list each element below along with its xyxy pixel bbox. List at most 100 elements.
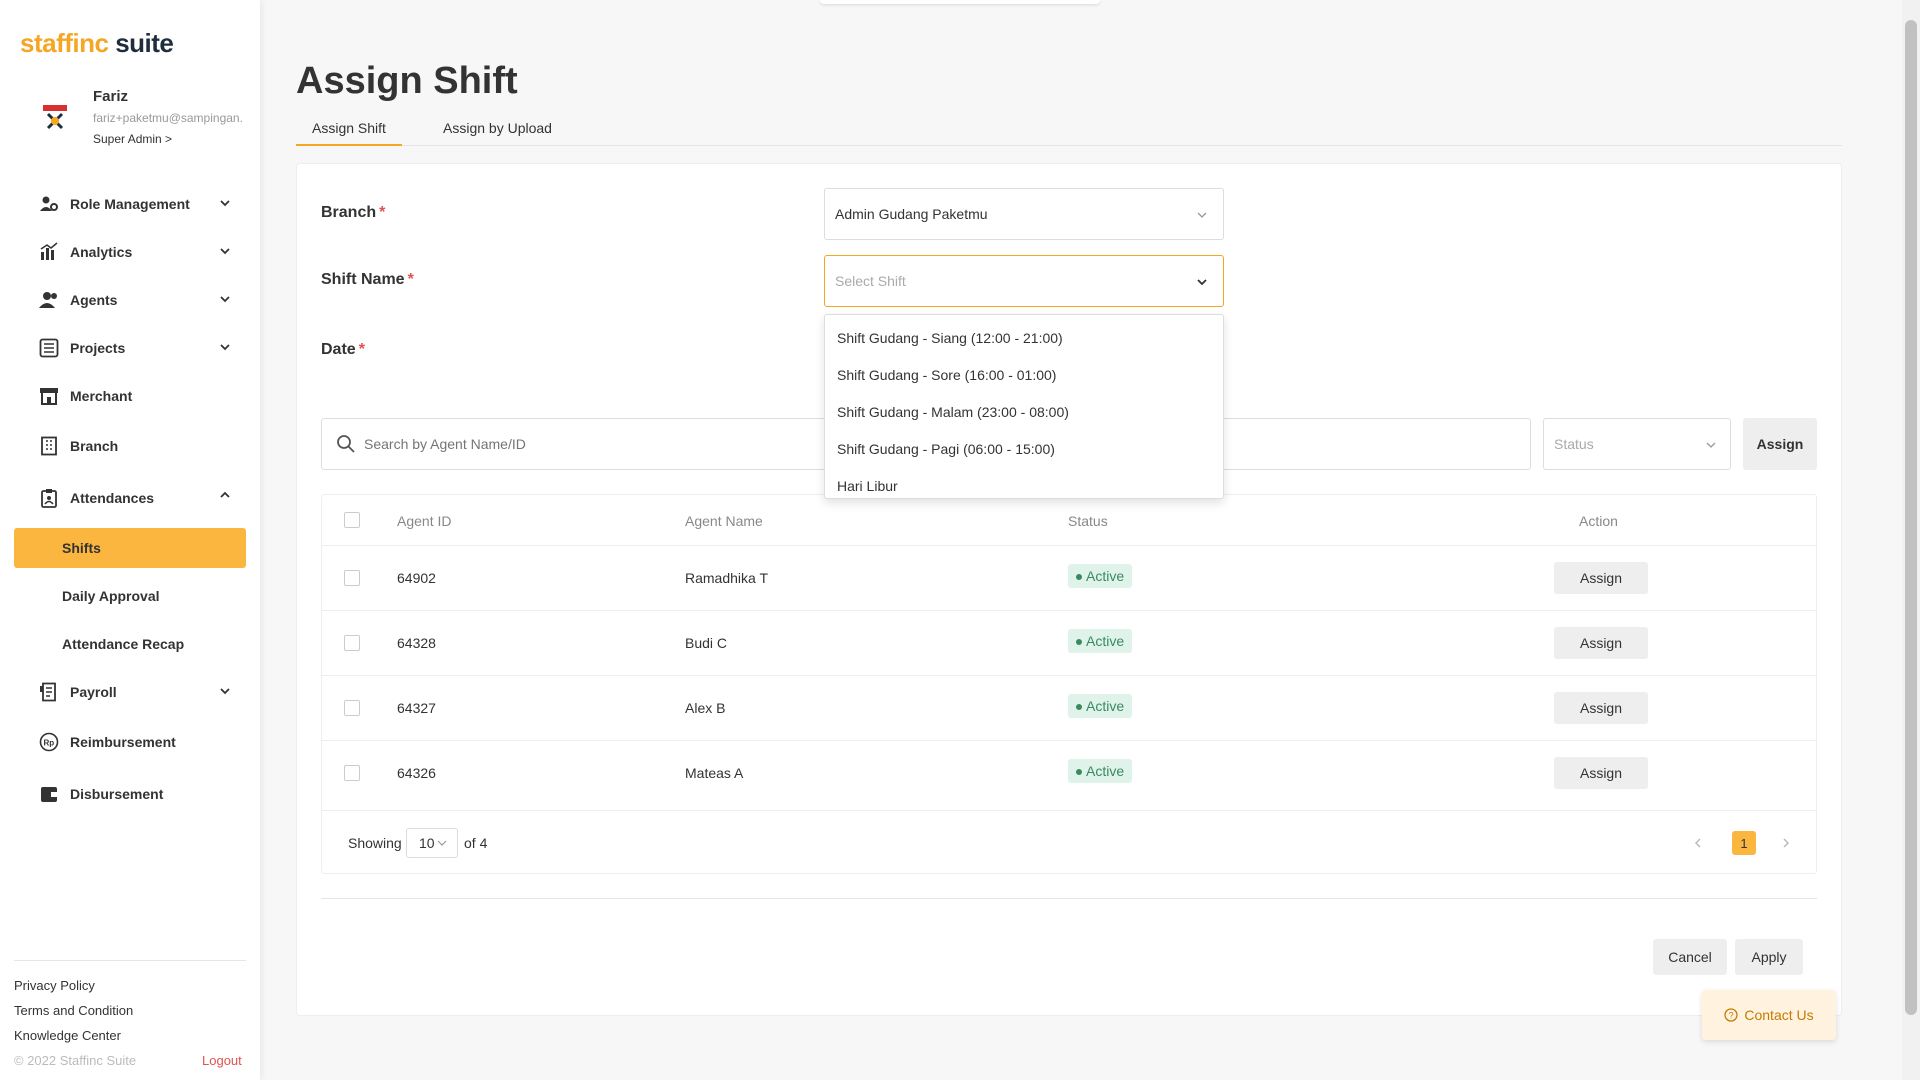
agent-name: Mateas A	[685, 765, 744, 781]
assign-button[interactable]: Assign	[1554, 692, 1648, 724]
privacy-policy-link[interactable]: Privacy Policy	[14, 973, 246, 998]
help-icon: ?	[1724, 1008, 1739, 1022]
row-checkbox[interactable]	[344, 570, 360, 586]
user-gear-icon	[38, 193, 60, 215]
sidebar-item-merchant[interactable]: Merchant	[14, 372, 246, 420]
svg-text:Rp: Rp	[44, 739, 55, 748]
col-action: Action	[1579, 513, 1618, 529]
table-row: 64326 Mateas A Active Assign	[322, 740, 1816, 805]
agent-id: 64328	[397, 635, 436, 651]
col-agent-name: Agent Name	[685, 513, 763, 529]
receipt-icon	[38, 681, 60, 703]
sidebar-item-disbursement[interactable]: Disbursement	[14, 768, 246, 820]
list-icon	[38, 337, 60, 359]
terms-link[interactable]: Terms and Condition	[14, 998, 246, 1023]
store-icon	[38, 385, 60, 407]
chevron-down-icon	[220, 248, 230, 255]
apply-button[interactable]: Apply	[1735, 939, 1803, 975]
svg-text:?: ?	[1729, 1011, 1734, 1021]
chevron-down-icon	[220, 344, 230, 351]
col-agent-id: Agent ID	[397, 513, 452, 529]
status-badge: Active	[1068, 759, 1133, 783]
sidebar-item-reimbursement[interactable]: Rp Reimbursement	[14, 716, 246, 768]
chevron-down-icon	[220, 200, 230, 207]
branch-label: Branch *	[321, 204, 386, 221]
agent-name: Ramadhika T	[685, 570, 769, 586]
status-badge: Active	[1068, 694, 1133, 718]
select-all-checkbox[interactable]	[344, 512, 360, 528]
user-role-link[interactable]: Super Admin >	[93, 132, 172, 146]
page-size-select[interactable]: 10	[406, 828, 458, 858]
page-number-current[interactable]: 1	[1732, 831, 1756, 855]
rupiah-icon: Rp	[38, 731, 60, 753]
chevron-down-icon	[437, 840, 447, 846]
shift-option[interactable]: Shift Gudang - Pagi (06:00 - 15:00)	[825, 430, 1223, 467]
sidebar-subitem-daily-approval[interactable]: Daily Approval	[14, 572, 246, 620]
assign-button[interactable]: Assign	[1554, 627, 1648, 659]
building-icon	[38, 435, 60, 457]
agent-name: Budi C	[685, 635, 728, 651]
assign-button[interactable]: Assign	[1554, 757, 1648, 789]
status-filter-select[interactable]: Status	[1543, 418, 1731, 470]
chevron-down-icon	[1197, 212, 1207, 218]
col-status: Status	[1068, 513, 1108, 529]
total-count: of 4	[464, 835, 488, 851]
prev-page-icon[interactable]	[1692, 837, 1704, 849]
agents-table: Agent ID Agent Name Status Action 64902 …	[321, 494, 1817, 874]
sidebar-footer: Privacy Policy Terms and Condition Knowl…	[14, 960, 246, 1048]
contact-us-button[interactable]: ? Contact Us	[1702, 990, 1836, 1040]
bulk-assign-button[interactable]: Assign	[1743, 418, 1817, 470]
showing-label: Showing	[348, 835, 402, 851]
tab-assign-by-upload[interactable]: Assign by Upload	[427, 118, 568, 146]
app-logo[interactable]: staffinc suite	[20, 28, 174, 59]
top-edge-tab	[820, 0, 1100, 4]
sidebar-item-projects[interactable]: Projects	[14, 324, 246, 372]
shift-option[interactable]: Hari Libur	[825, 467, 1223, 504]
page-tabs: Assign Shift Assign by Upload	[296, 118, 1842, 146]
knowledge-center-link[interactable]: Knowledge Center	[14, 1023, 246, 1048]
page-scrollbar[interactable]	[1902, 0, 1920, 1080]
status-badge: Active	[1068, 564, 1133, 588]
sidebar-item-role-management[interactable]: Role Management	[14, 180, 246, 228]
sidebar-nav: Role Management Analytics Agents Project…	[14, 180, 246, 820]
row-checkbox[interactable]	[344, 765, 360, 781]
sidebar-item-agents[interactable]: Agents	[14, 276, 246, 324]
table-row: 64327 Alex B Active Assign	[322, 675, 1816, 740]
assign-shift-card: Branch * Admin Gudang Paketmu Shift Name *…	[296, 163, 1842, 1016]
tab-assign-shift[interactable]: Assign Shift	[296, 118, 402, 146]
row-checkbox[interactable]	[344, 635, 360, 651]
agent-id: 64327	[397, 700, 436, 716]
chevron-down-icon	[220, 688, 230, 695]
search-input[interactable]	[364, 436, 864, 452]
branch-select[interactable]: Admin Gudang Paketmu	[824, 188, 1224, 240]
scrollbar-thumb[interactable]	[1905, 20, 1917, 1015]
user-email: fariz+paketmu@sampingan.	[93, 111, 243, 125]
shift-name-label: Shift Name *	[321, 271, 414, 288]
sidebar-item-payroll[interactable]: Payroll	[14, 668, 246, 716]
assign-button[interactable]: Assign	[1554, 562, 1648, 594]
date-label: Date *	[321, 341, 365, 358]
shift-option[interactable]: Shift Gudang - Malam (23:00 - 08:00)	[825, 393, 1223, 430]
users-icon	[38, 289, 60, 311]
shift-dropdown-menu: Shift Gudang - Siang (12:00 - 21:00) Shi…	[824, 314, 1224, 499]
row-checkbox[interactable]	[344, 700, 360, 716]
shift-select[interactable]: Select Shift	[824, 255, 1224, 307]
logout-link[interactable]: Logout	[202, 1053, 242, 1068]
status-badge: Active	[1068, 629, 1133, 653]
chevron-up-icon	[220, 491, 230, 498]
sidebar-subitem-shifts[interactable]: Shifts	[14, 528, 246, 568]
sidebar-subitem-attendance-recap[interactable]: Attendance Recap	[14, 620, 246, 668]
sidebar-item-attendances[interactable]: Attendances	[14, 472, 246, 524]
table-row: 64328 Budi C Active Assign	[322, 610, 1816, 675]
search-icon	[337, 435, 355, 453]
chevron-down-icon	[1197, 279, 1207, 286]
cancel-button[interactable]: Cancel	[1653, 939, 1727, 975]
sidebar-item-branch[interactable]: Branch	[14, 420, 246, 472]
shift-option[interactable]: Shift Gudang - Sore (16:00 - 01:00)	[825, 356, 1223, 393]
next-page-icon[interactable]	[1780, 837, 1792, 849]
sidebar: staffinc suite Fariz fariz+paketmu@sampi…	[0, 0, 260, 1080]
clipboard-icon	[38, 487, 60, 509]
agent-id: 64326	[397, 765, 436, 781]
sidebar-item-analytics[interactable]: Analytics	[14, 228, 246, 276]
shift-option[interactable]: Shift Gudang - Siang (12:00 - 21:00)	[825, 319, 1223, 356]
